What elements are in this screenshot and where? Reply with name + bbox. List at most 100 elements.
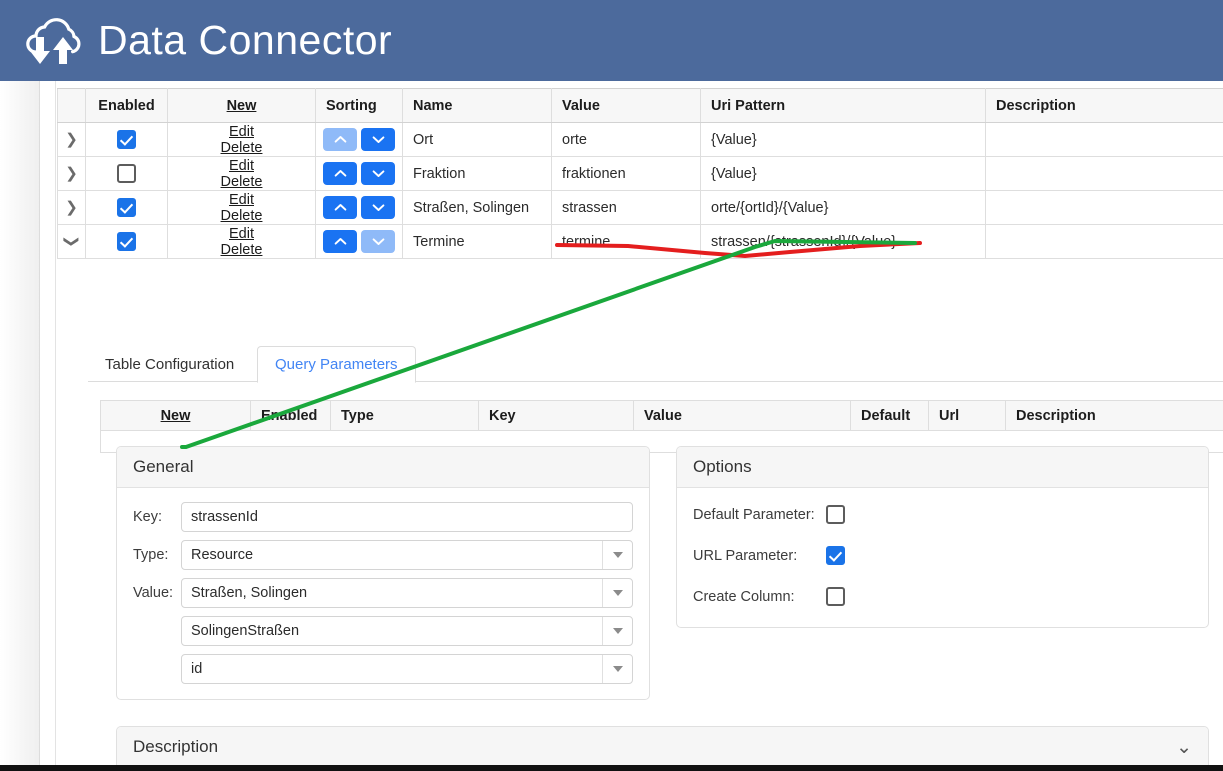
qp-col-new: New: [100, 400, 251, 431]
detail-tabs: Table Configuration Query Parameters: [88, 346, 1223, 383]
create-column-checkbox[interactable]: [826, 587, 845, 606]
edit-link[interactable]: Edit: [229, 192, 254, 208]
value-second-field-row: SolingenStraßen: [181, 616, 633, 646]
value-field-row: Value: Straßen, Solingen: [133, 578, 633, 608]
tab-query-parameters[interactable]: Query Parameters: [257, 346, 416, 383]
tab-table-configuration[interactable]: Table Configuration: [88, 346, 251, 382]
table-row[interactable]: ❯ Edit Delete Fraktion fraktionen {Value…: [57, 156, 1223, 191]
qp-col-value: Value: [633, 400, 851, 431]
chevron-down-icon[interactable]: [602, 655, 632, 683]
enabled-checkbox[interactable]: [117, 232, 136, 251]
sort-down-button[interactable]: [361, 162, 395, 185]
chevron-down-icon[interactable]: [602, 579, 632, 607]
options-panel-header: Options: [677, 447, 1208, 488]
actions-cell: Edit Delete: [167, 224, 316, 259]
chevron-down-icon[interactable]: [602, 541, 632, 569]
value-cell: orte: [551, 122, 701, 157]
qp-col-enabled: Enabled: [250, 400, 331, 431]
type-select[interactable]: Resource: [181, 540, 633, 570]
options-panel: Options Default Parameter: URL Parameter…: [676, 446, 1209, 628]
sort-down-button[interactable]: [361, 196, 395, 219]
name-cell: Termine: [402, 224, 552, 259]
expand-cell[interactable]: ❯: [57, 156, 86, 191]
description-panel-header[interactable]: Description ⌄: [117, 727, 1208, 765]
sort-up-button[interactable]: [323, 128, 357, 151]
table-row[interactable]: ❯ Edit Delete Straßen, Solingen strassen: [57, 190, 1223, 225]
value-third-select[interactable]: id: [181, 654, 633, 684]
enabled-cell[interactable]: [85, 224, 168, 259]
new-query-param-link[interactable]: New: [161, 408, 191, 424]
actions-cell: Edit Delete: [167, 156, 316, 191]
delete-link[interactable]: Delete: [221, 140, 263, 156]
options-panel-title: Options: [693, 457, 752, 476]
value-third-field-row: id: [181, 654, 633, 684]
col-description: Description: [985, 88, 1223, 123]
url-parameter-checkbox[interactable]: [826, 546, 845, 565]
sort-up-button[interactable]: [323, 196, 357, 219]
enabled-checkbox[interactable]: [117, 198, 136, 217]
col-enabled: Enabled: [85, 88, 168, 123]
key-input[interactable]: [181, 502, 633, 532]
create-column-label: Create Column:: [693, 588, 795, 605]
tab-table-configuration-label: Table Configuration: [105, 355, 235, 373]
create-column-row: Create Column:: [693, 576, 1192, 617]
delete-link[interactable]: Delete: [221, 242, 263, 258]
actions-cell: Edit Delete: [167, 190, 316, 225]
actions-cell: Edit Delete: [167, 122, 316, 157]
general-panel: General Key: Type: Resource: [116, 446, 650, 700]
delete-link[interactable]: Delete: [221, 174, 263, 190]
default-parameter-label: Default Parameter:: [693, 506, 815, 523]
delete-link[interactable]: Delete: [221, 208, 263, 224]
app-title: Data Connector: [98, 17, 393, 63]
col-uri-pattern: Uri Pattern: [700, 88, 986, 123]
enabled-cell[interactable]: [85, 156, 168, 191]
resource-table: Enabled New Sorting Name Value Uri Patte…: [57, 88, 1223, 259]
description-panel: Description ⌄: [116, 726, 1209, 765]
col-value: Value: [551, 88, 701, 123]
col-sorting: Sorting: [315, 88, 403, 123]
table-row[interactable]: ❯ Edit Delete Termine termine strassen/{…: [57, 224, 1223, 259]
enabled-cell[interactable]: [85, 190, 168, 225]
key-label: Key:: [133, 509, 163, 525]
value-second-select[interactable]: SolingenStraßen: [181, 616, 633, 646]
expand-cell[interactable]: ❯: [57, 122, 86, 157]
chevron-down-icon[interactable]: ❯: [63, 235, 80, 248]
type-label: Type:: [133, 547, 169, 563]
app-root: Data Connector Enabled New Sorting Name …: [0, 0, 1223, 771]
sorting-cell: [315, 190, 403, 225]
chevron-right-icon[interactable]: ❯: [65, 200, 78, 215]
tab-query-parameters-label: Query Parameters: [275, 356, 398, 373]
general-panel-header: General: [117, 447, 649, 488]
table-row[interactable]: ❯ Edit Delete Ort orte {Value}: [57, 122, 1223, 157]
chevron-down-icon[interactable]: [602, 617, 632, 645]
enabled-checkbox[interactable]: [117, 130, 136, 149]
url-parameter-row: URL Parameter:: [693, 535, 1192, 576]
sort-down-button[interactable]: [361, 128, 395, 151]
sort-up-button[interactable]: [323, 162, 357, 185]
qp-col-url: Url: [928, 400, 1006, 431]
default-parameter-checkbox[interactable]: [826, 505, 845, 524]
value-select-value: Straßen, Solingen: [191, 585, 308, 601]
col-new: New: [167, 88, 316, 123]
cloud-sync-icon: [22, 13, 84, 69]
expand-cell[interactable]: ❯: [57, 190, 86, 225]
value-cell: fraktionen: [551, 156, 701, 191]
description-cell: [985, 156, 1223, 191]
sort-up-button[interactable]: [323, 230, 357, 253]
chevron-down-icon[interactable]: ⌄: [1176, 738, 1192, 757]
new-resource-link[interactable]: New: [227, 98, 257, 114]
edit-link[interactable]: Edit: [229, 158, 254, 174]
qp-col-key: Key: [478, 400, 634, 431]
expand-cell[interactable]: ❯: [57, 224, 86, 259]
edit-link[interactable]: Edit: [229, 124, 254, 140]
chevron-right-icon[interactable]: ❯: [65, 132, 78, 147]
sort-down-button[interactable]: [361, 230, 395, 253]
uri-pattern-cell: strassen/{strassenId}/{Value}: [700, 224, 986, 259]
description-panel-title: Description: [133, 737, 219, 756]
enabled-checkbox[interactable]: [117, 164, 136, 183]
sorting-cell: [315, 122, 403, 157]
enabled-cell[interactable]: [85, 122, 168, 157]
chevron-right-icon[interactable]: ❯: [65, 166, 78, 181]
edit-link[interactable]: Edit: [229, 226, 254, 242]
value-select[interactable]: Straßen, Solingen: [181, 578, 633, 608]
